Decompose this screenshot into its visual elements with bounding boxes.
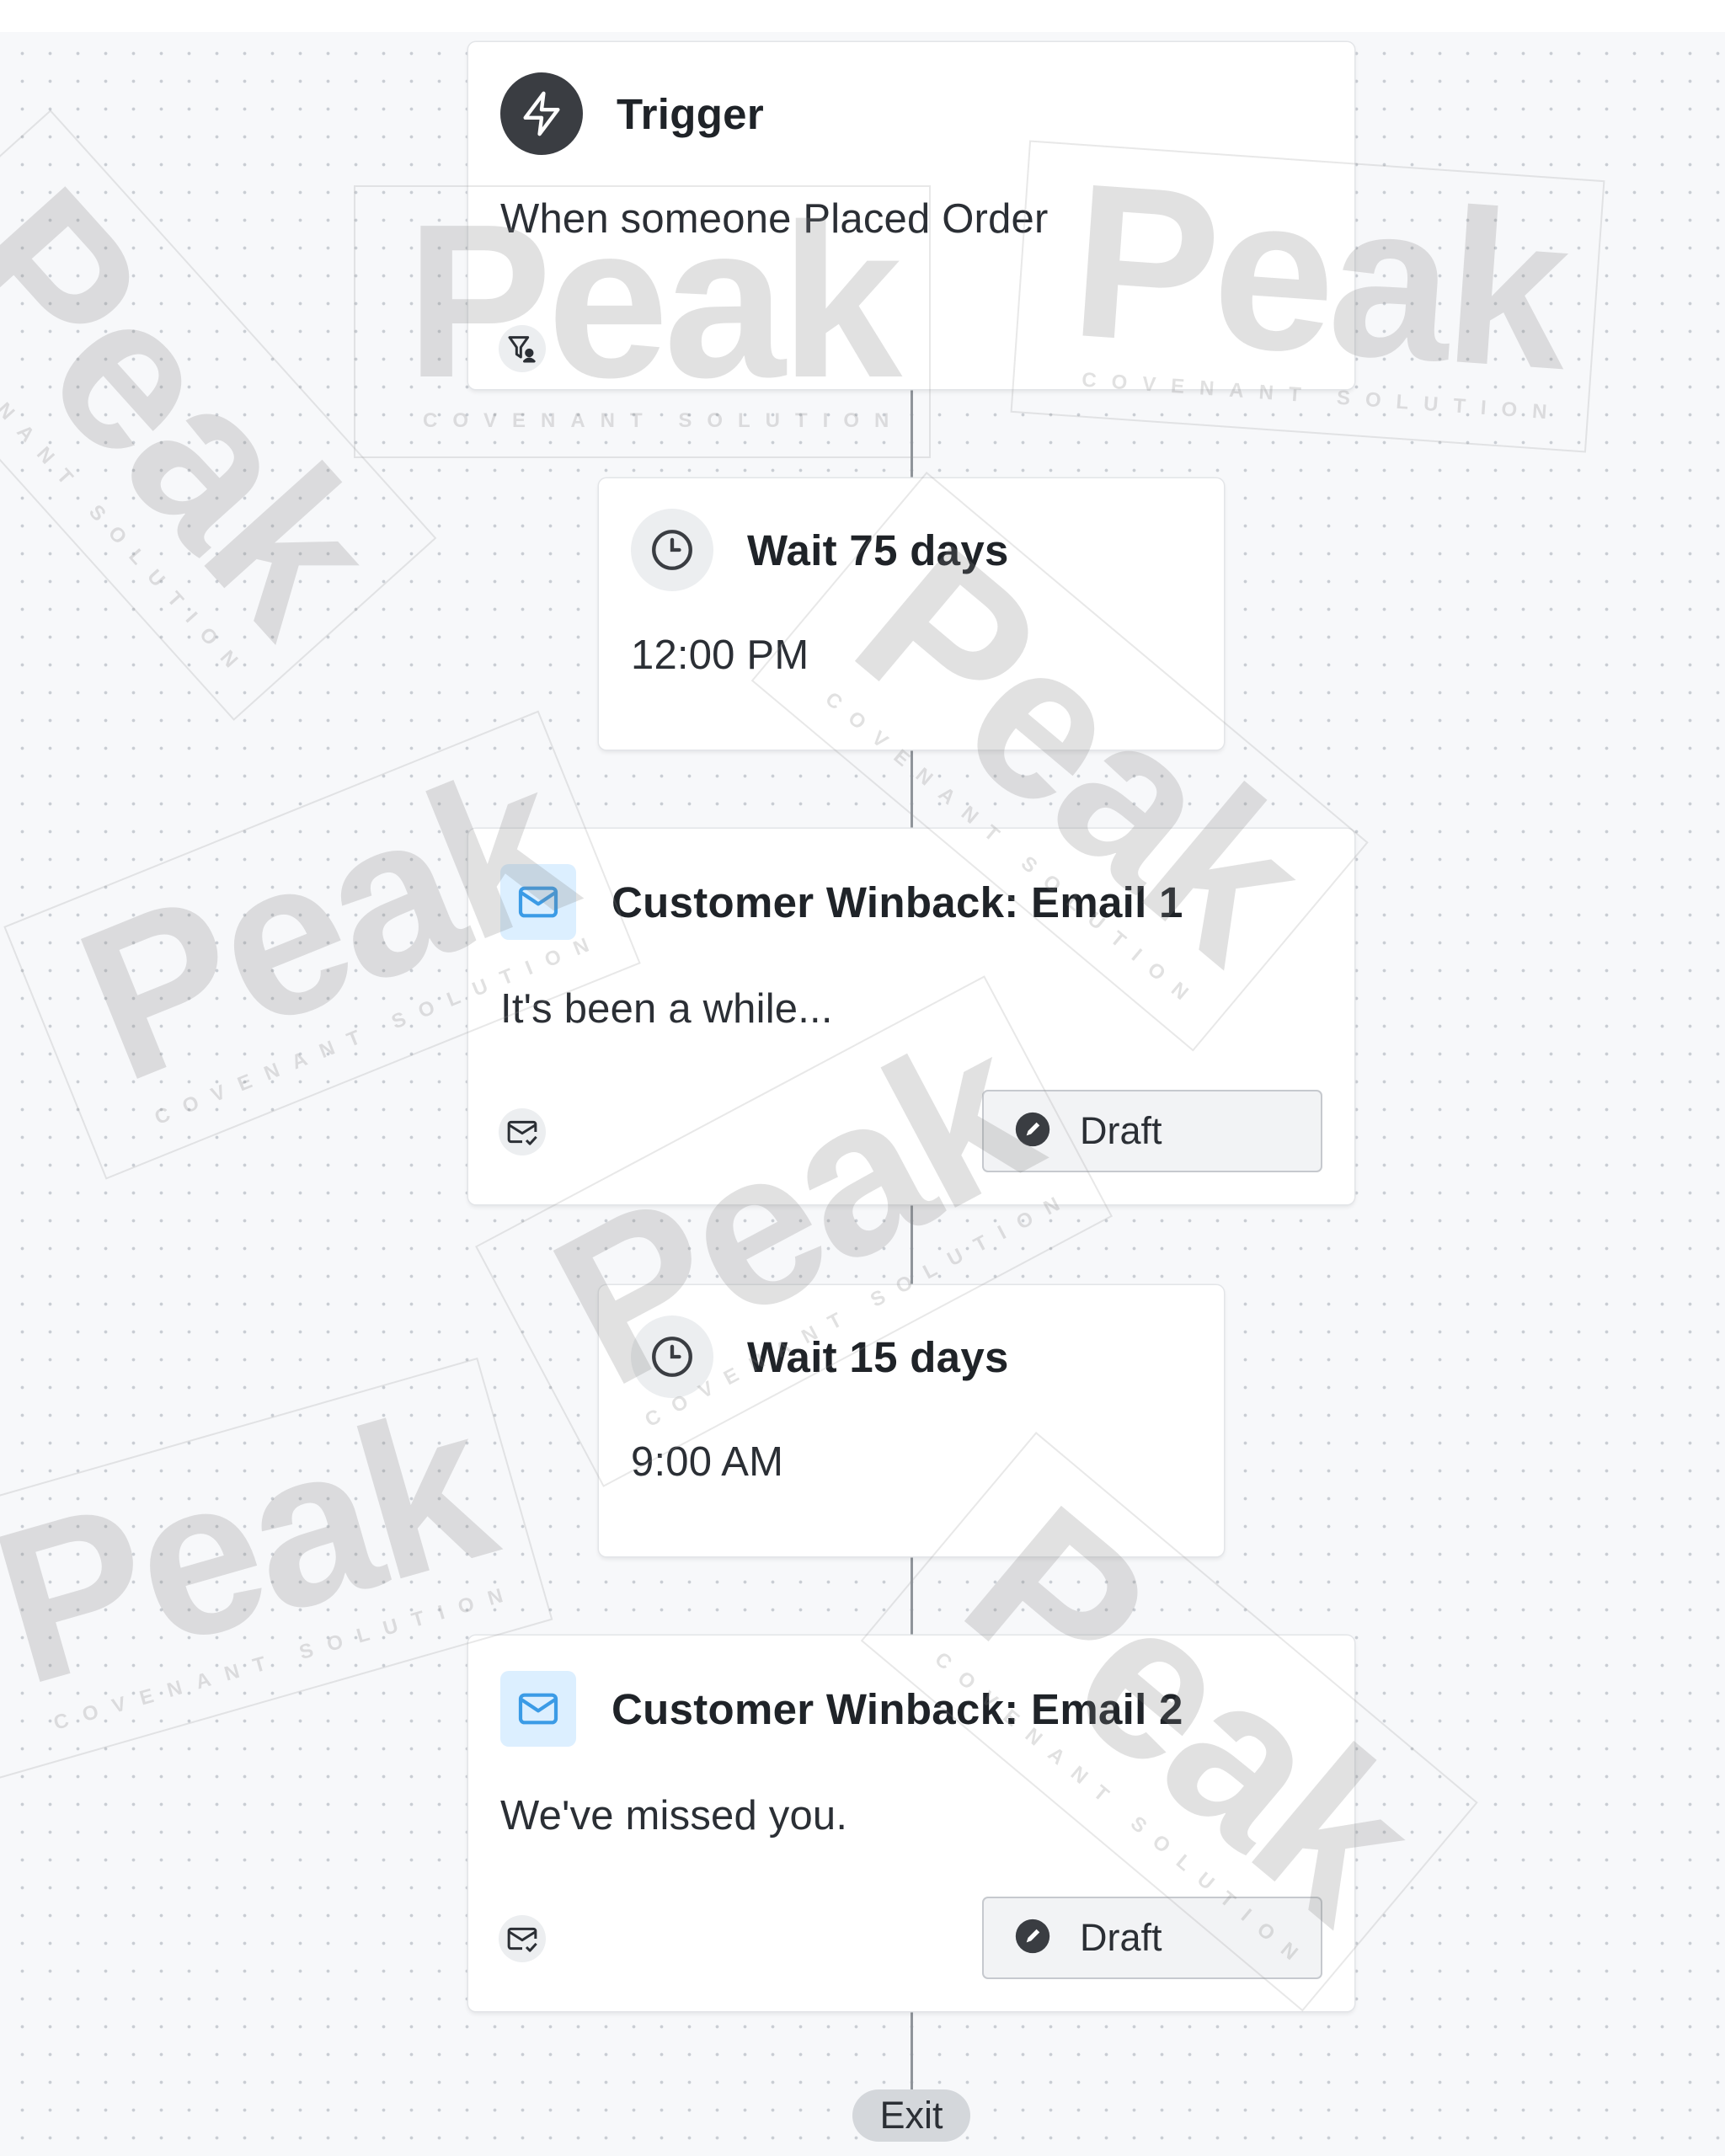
draft-status-button[interactable]: Draft (982, 1090, 1322, 1172)
mail-icon (500, 1671, 576, 1747)
filter-user-icon[interactable] (499, 325, 546, 372)
mail-icon (500, 864, 576, 940)
connector-line (911, 2011, 913, 2092)
wait-time: 9:00 AM (631, 1439, 784, 1485)
connector-line (911, 1204, 913, 1285)
connector-line (911, 750, 913, 829)
draft-status-button[interactable]: Draft (982, 1897, 1322, 1979)
lightning-icon (500, 72, 583, 155)
trigger-description: When someone Placed Order (500, 196, 1049, 242)
connector-line (911, 1556, 913, 1636)
email-card[interactable]: Customer Winback: Email 2 We've missed y… (468, 1636, 1354, 2011)
trigger-card[interactable]: Trigger When someone Placed Order (468, 42, 1354, 389)
wait-card[interactable]: Wait 15 days 9:00 AM (599, 1285, 1224, 1556)
email-title: Customer Winback: Email 2 (611, 1684, 1183, 1733)
email-subject: It's been a while... (500, 986, 833, 1032)
clock-icon (631, 509, 713, 591)
watermark: Peak COVENANT SOLUTION (0, 109, 437, 722)
mail-check-icon[interactable] (499, 1915, 546, 1962)
wait-time: 12:00 PM (631, 632, 809, 678)
trigger-title: Trigger (617, 89, 764, 138)
email-title: Customer Winback: Email 1 (611, 878, 1183, 926)
draft-status-label: Draft (1080, 1916, 1162, 1959)
draft-status-label: Draft (1080, 1109, 1162, 1152)
top-bar (0, 0, 1725, 32)
wait-card[interactable]: Wait 75 days 12:00 PM (599, 478, 1224, 750)
clock-icon (631, 1315, 713, 1398)
connector-line (911, 389, 913, 478)
mail-check-icon[interactable] (499, 1108, 546, 1155)
wait-title: Wait 75 days (747, 526, 1009, 574)
exit-node[interactable]: Exit (852, 2089, 970, 2142)
wait-title: Wait 15 days (747, 1332, 1009, 1381)
email-subject: We've missed you. (500, 1793, 848, 1838)
email-card[interactable]: Customer Winback: Email 1 It's been a wh… (468, 829, 1354, 1204)
pencil-icon (1014, 1111, 1051, 1152)
pencil-icon (1014, 1918, 1051, 1959)
